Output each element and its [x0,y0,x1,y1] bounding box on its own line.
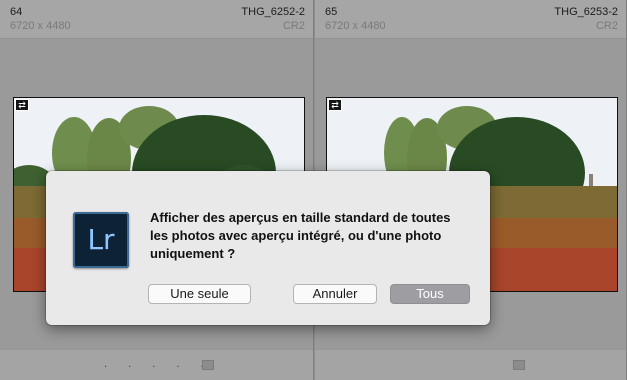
app-icon-label: Lr [87,223,115,256]
cell-dimensions: 6720 x 4480 [10,20,71,32]
une-seule-button[interactable]: Une seule [148,284,251,304]
cell-index: 64 [10,6,23,18]
dialog-message-line: Afficher des aperçus en taille standard … [150,210,451,225]
cancel-button[interactable]: Annuler [293,284,377,304]
cell-filename: THG_6253-2 [554,6,618,18]
dialog-message-line: uniquement ? [150,246,236,261]
cell-dimensions: 6720 x 4480 [325,20,386,32]
rotate-badge-icon: ⇄ [15,99,29,111]
preview-dialog: Lr Afficher des aperçus en taille standa… [46,171,490,325]
cell-filename: THG_6252-2 [241,6,305,18]
dialog-message-line: les photos avec aperçu intégré, ou d'une… [150,228,442,243]
cell-extension: CR2 [595,20,618,32]
tous-button[interactable]: Tous [390,284,470,304]
cell-extension: CR2 [282,20,305,32]
cell-index: 65 [325,6,338,18]
rating-dots[interactable]: . . . . . [104,358,213,370]
flag-icon[interactable] [513,360,525,370]
cell-footer [315,349,626,380]
dialog-message: Afficher des aperçus en taille standard … [150,209,480,263]
lightroom-app-icon: Lr [73,212,129,268]
cell-header: 65 6720 x 4480 THG_6253-2 CR2 [315,0,626,39]
cell-header: 64 6720 x 4480 THG_6252-2 CR2 [0,0,313,39]
flag-icon[interactable] [202,360,214,370]
rotate-badge-icon: ⇄ [328,99,342,111]
cell-footer: . . . . . [0,349,313,380]
